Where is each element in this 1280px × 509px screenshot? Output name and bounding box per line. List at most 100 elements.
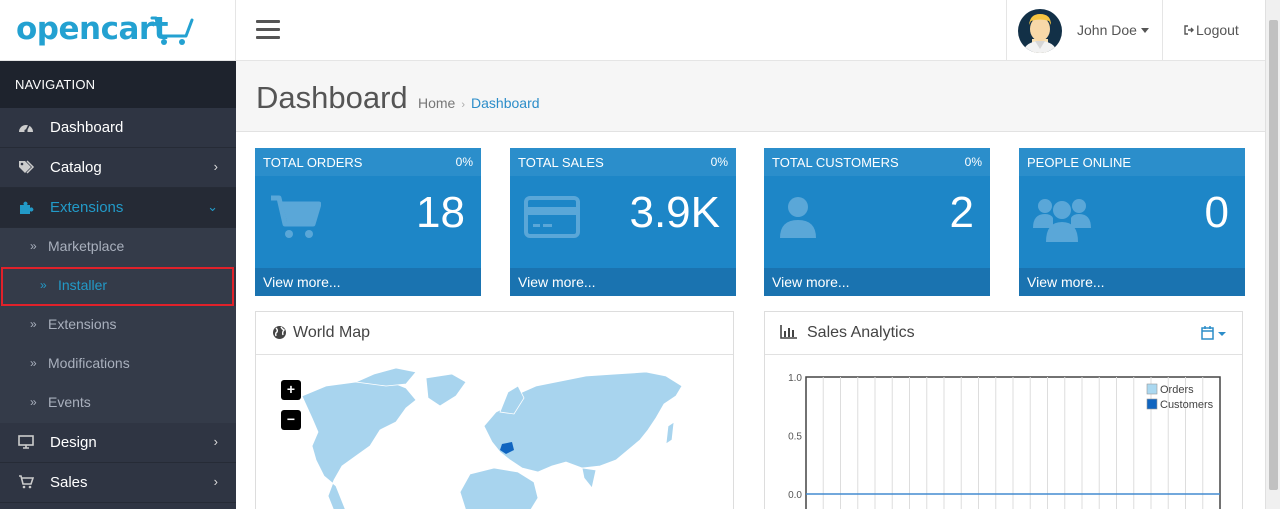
panel-heading: World Map bbox=[256, 312, 733, 355]
tile-percent: 0% bbox=[455, 155, 473, 169]
tile-value: 0 bbox=[1204, 188, 1229, 237]
double-angle-right-icon: » bbox=[30, 239, 37, 253]
breadcrumb-separator-icon: › bbox=[461, 99, 466, 111]
tile-value: 18 bbox=[416, 188, 465, 237]
tile-title: TOTAL CUSTOMERS bbox=[772, 155, 899, 170]
sidebar-item-label: Dashboard bbox=[50, 119, 124, 136]
user-icon bbox=[780, 197, 816, 238]
calendar-dropdown-button[interactable] bbox=[1201, 326, 1227, 345]
sidebar-subitem-extensions[interactable]: » Extensions bbox=[0, 306, 236, 345]
double-angle-right-icon: » bbox=[30, 317, 37, 331]
tile-heading: TOTAL CUSTOMERS 0% bbox=[764, 148, 990, 176]
double-angle-right-icon: » bbox=[40, 278, 47, 292]
sidebar-subitem-installer[interactable]: » Installer bbox=[1, 267, 234, 306]
sidebar-subitem-events[interactable]: » Events bbox=[0, 384, 236, 423]
breadcrumb-dashboard[interactable]: Dashboard bbox=[471, 95, 540, 111]
view-more-link[interactable]: View more... bbox=[255, 268, 481, 296]
map-zoom-in-button[interactable]: + bbox=[281, 380, 301, 400]
credit-card-icon bbox=[524, 196, 580, 238]
tile-title: PEOPLE ONLINE bbox=[1027, 155, 1132, 170]
chevron-right-icon: › bbox=[213, 474, 218, 489]
legend-label: Customers bbox=[1160, 399, 1214, 411]
breadcrumb: Home › Dashboard bbox=[418, 95, 540, 111]
cart-icon bbox=[18, 475, 36, 491]
puzzle-icon bbox=[18, 200, 36, 216]
chevron-right-icon: › bbox=[213, 159, 218, 174]
map-zoom-out-button[interactable]: − bbox=[281, 410, 301, 430]
globe-icon bbox=[273, 326, 286, 339]
logout-label: Logout bbox=[1196, 22, 1239, 38]
sidebar-subitem-label: Marketplace bbox=[48, 238, 125, 254]
breadcrumb-home[interactable]: Home bbox=[418, 95, 455, 111]
avatar bbox=[1018, 9, 1062, 53]
view-more-link[interactable]: View more... bbox=[510, 268, 736, 296]
tile-body: 0 bbox=[1019, 176, 1245, 268]
sidebar-subitem-label: Installer bbox=[58, 277, 108, 293]
sidebar-item-label: Extensions bbox=[50, 199, 124, 216]
tile-body: 3.9K bbox=[510, 176, 736, 268]
user-menu[interactable]: John Doe bbox=[1006, 0, 1163, 61]
chart-y-tick-label: 0.0 bbox=[788, 490, 802, 501]
sidebar-subitem-label: Events bbox=[48, 394, 91, 410]
logo-text: opencart bbox=[16, 11, 168, 47]
tile-percent: 0% bbox=[964, 155, 982, 169]
chart-y-tick-label: 1.0 bbox=[788, 373, 802, 384]
sidebar-item-label: Catalog bbox=[50, 159, 102, 176]
sign-out-icon bbox=[1184, 25, 1194, 38]
cart-icon bbox=[271, 195, 321, 238]
sidebar-item-dashboard[interactable]: Dashboard bbox=[0, 108, 236, 148]
sidebar-item-label: Sales bbox=[50, 474, 88, 491]
vertical-scrollbar[interactable] bbox=[1265, 0, 1280, 509]
logo-cart-icon bbox=[150, 16, 194, 45]
panel-title: Sales Analytics bbox=[807, 324, 915, 341]
view-more-link[interactable]: View more... bbox=[764, 268, 990, 296]
logo[interactable]: opencart bbox=[0, 0, 236, 61]
sidebar-subitem-label: Modifications bbox=[48, 355, 130, 371]
tile-people-online: PEOPLE ONLINE 0 View more... bbox=[1019, 148, 1245, 296]
tile-percent: 0% bbox=[710, 155, 728, 169]
legend-swatch bbox=[1146, 398, 1158, 410]
tags-icon bbox=[18, 160, 36, 176]
world-map-panel: World Map bbox=[255, 311, 734, 509]
top-header: opencart John Doe Logout bbox=[0, 0, 1265, 61]
calendar-icon bbox=[1201, 326, 1226, 340]
logout-link[interactable]: Logout bbox=[1184, 22, 1239, 38]
menu-toggle-icon[interactable] bbox=[256, 20, 280, 42]
tile-value: 3.9K bbox=[629, 188, 720, 237]
sidebar-item-label: Design bbox=[50, 434, 97, 451]
sidebar: NAVIGATION Dashboard Catalog › Extension… bbox=[0, 61, 236, 509]
caret-down-icon bbox=[1141, 28, 1149, 33]
monitor-icon bbox=[18, 435, 36, 451]
tile-heading: PEOPLE ONLINE bbox=[1019, 148, 1245, 176]
sidebar-item-design[interactable]: Design › bbox=[0, 423, 236, 463]
tile-total-sales: TOTAL SALES 0% 3.9K View more... bbox=[510, 148, 736, 296]
world-map[interactable] bbox=[256, 356, 735, 509]
tile-title: TOTAL SALES bbox=[518, 155, 604, 170]
tile-body: 18 bbox=[255, 176, 481, 268]
sidebar-item-sales[interactable]: Sales › bbox=[0, 463, 236, 503]
chevron-down-icon: ⌄ bbox=[207, 199, 218, 214]
sidebar-subitem-modifications[interactable]: » Modifications bbox=[0, 345, 236, 384]
panel-heading: Sales Analytics bbox=[765, 312, 1242, 355]
sidebar-subitem-marketplace[interactable]: » Marketplace bbox=[0, 228, 236, 267]
tile-heading: TOTAL SALES 0% bbox=[510, 148, 736, 176]
double-angle-right-icon: » bbox=[30, 356, 37, 370]
dashboard-icon bbox=[18, 120, 36, 136]
view-more-link[interactable]: View more... bbox=[1019, 268, 1245, 296]
panel-title: World Map bbox=[293, 324, 371, 341]
sales-analytics-chart: 0.0 0.5 1.0 Orders Customers bbox=[788, 373, 1221, 509]
tile-value: 2 bbox=[949, 188, 974, 237]
tile-title: TOTAL ORDERS bbox=[263, 155, 363, 170]
scrollbar-thumb[interactable] bbox=[1269, 20, 1278, 490]
chevron-right-icon: › bbox=[213, 434, 218, 449]
tile-body: 2 bbox=[764, 176, 990, 268]
tile-total-orders: TOTAL ORDERS 0% 18 View more... bbox=[255, 148, 481, 296]
sidebar-item-catalog[interactable]: Catalog › bbox=[0, 148, 236, 188]
sidebar-subitem-label: Extensions bbox=[48, 316, 117, 332]
navigation-heading: NAVIGATION bbox=[0, 61, 236, 108]
bar-chart-icon bbox=[780, 325, 797, 339]
legend-swatch bbox=[1146, 383, 1158, 395]
user-name: John Doe bbox=[1077, 22, 1137, 38]
sidebar-item-extensions[interactable]: Extensions ⌄ bbox=[0, 188, 236, 228]
sales-analytics-panel: Sales Analytics 0.0 0.5 1.0 Orders Customers bbox=[764, 311, 1243, 509]
